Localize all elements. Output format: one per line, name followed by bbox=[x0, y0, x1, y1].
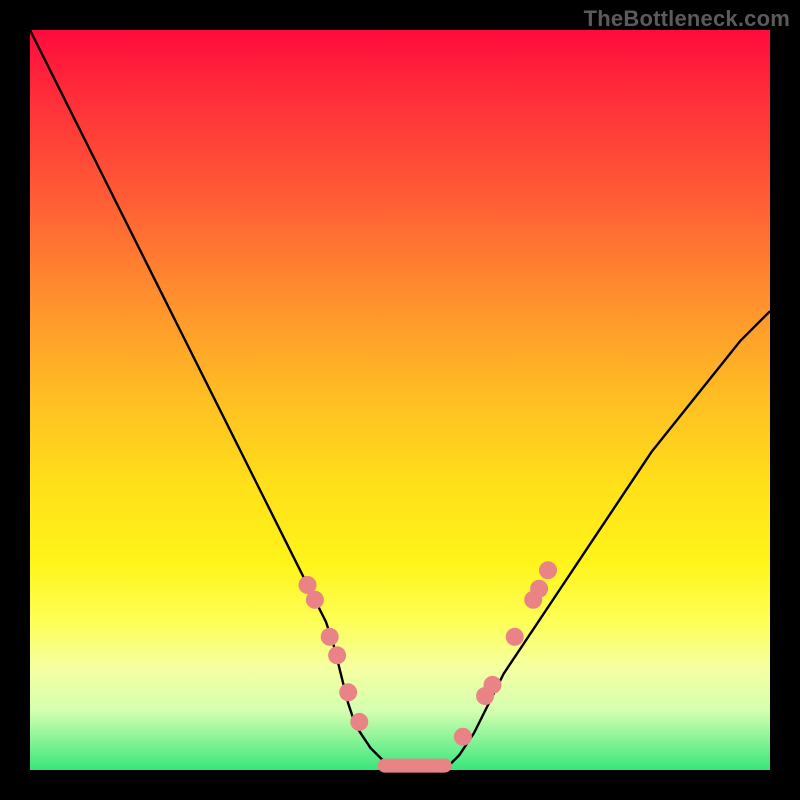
markers-right bbox=[454, 561, 557, 746]
curve-line bbox=[30, 30, 770, 770]
data-marker bbox=[530, 580, 548, 598]
data-marker bbox=[306, 591, 324, 609]
data-marker bbox=[350, 713, 368, 731]
data-marker bbox=[328, 646, 346, 664]
data-marker bbox=[484, 676, 502, 694]
data-marker bbox=[321, 628, 339, 646]
watermark-text: TheBottleneck.com bbox=[584, 6, 790, 32]
data-marker bbox=[506, 628, 524, 646]
data-marker bbox=[454, 728, 472, 746]
data-marker bbox=[539, 561, 557, 579]
plot-area bbox=[30, 30, 770, 770]
chart-frame: TheBottleneck.com bbox=[0, 0, 800, 800]
data-marker bbox=[339, 683, 357, 701]
markers-left bbox=[299, 576, 369, 731]
bottleneck-curve bbox=[30, 30, 770, 770]
trough-marker bbox=[378, 759, 452, 773]
